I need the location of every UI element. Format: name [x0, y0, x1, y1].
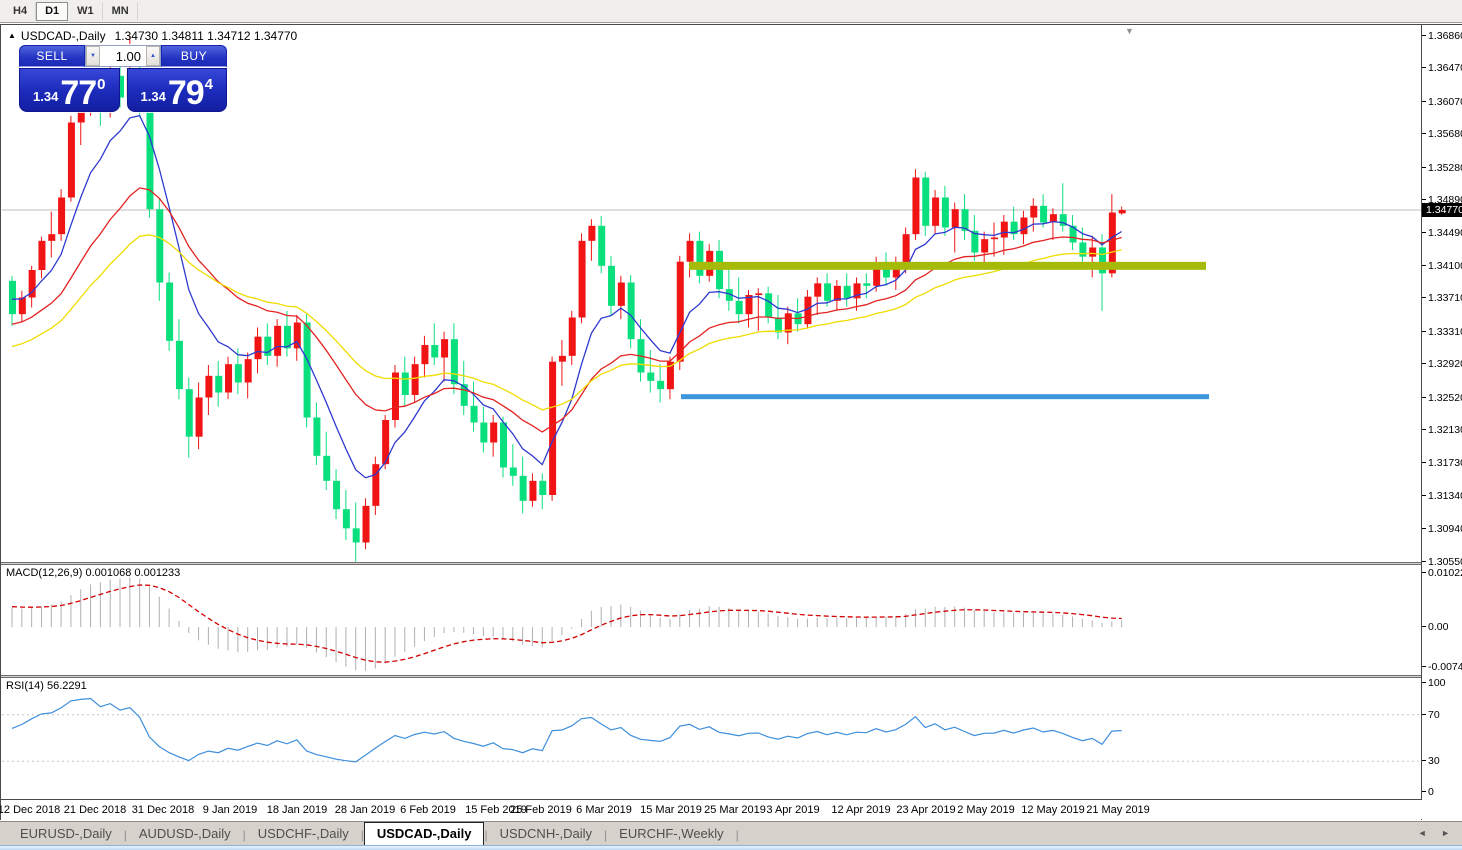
- sell-price-pip: 0: [97, 76, 105, 93]
- date-axis-label: 6 Feb 2019: [400, 804, 456, 816]
- price-chart-canvas[interactable]: [1, 1, 1462, 850]
- buy-price-pip: 4: [205, 76, 213, 93]
- chart-tab-bar: EURUSD-,Daily|AUDUSD-,Daily|USDCHF-,Dail…: [0, 821, 1462, 845]
- tab-eurusd-daily[interactable]: EURUSD-,Daily: [8, 824, 124, 845]
- date-axis-label: 25 Feb 2019: [510, 804, 572, 816]
- macd-indicator-label: MACD(12,26,9) 0.001068 0.001233: [6, 567, 180, 579]
- rsi-axis-label: 100: [1422, 677, 1446, 689]
- buy-button[interactable]: BUY: [161, 45, 227, 67]
- chart-ohlc-values: 1.34730 1.34811 1.34712 1.34770: [115, 29, 298, 43]
- price-axis-label: 1.36070: [1422, 96, 1462, 108]
- buy-price-main: 79: [168, 80, 204, 108]
- price-axis-label: 1.30940: [1422, 523, 1462, 535]
- sell-price-main: 77: [60, 80, 96, 108]
- rsi-axis-label: 30: [1422, 755, 1440, 767]
- status-strip: [0, 845, 1462, 850]
- volume-stepper: ▼ ▲: [85, 45, 161, 67]
- pane-separator[interactable]: [1, 675, 1462, 678]
- tab-separator: |: [736, 825, 739, 845]
- date-axis-label: 12 Apr 2019: [831, 804, 890, 816]
- date-axis-label: 21 Dec 2018: [64, 804, 126, 816]
- volume-increase-button[interactable]: ▲: [146, 46, 160, 66]
- chart-symbol-label: USDCAD-,Daily: [21, 29, 106, 43]
- price-axis-label: 1.31730: [1422, 457, 1462, 469]
- price-axis-label: 1.32130: [1422, 424, 1462, 436]
- macd-axis-zero: 0.00: [1422, 621, 1448, 633]
- date-axis-label: 2 May 2019: [957, 804, 1014, 816]
- volume-input[interactable]: [100, 46, 146, 66]
- price-axis-label: 1.30550: [1422, 556, 1462, 568]
- buy-price-prefix: 1.34: [141, 89, 166, 104]
- sell-price-box[interactable]: 1.34770: [19, 68, 120, 112]
- buy-price-box[interactable]: 1.34794: [127, 68, 228, 112]
- current-price-tag: 1.34770: [1422, 203, 1462, 217]
- date-axis-label: 12 May 2019: [1021, 804, 1085, 816]
- volume-decrease-button[interactable]: ▼: [86, 46, 100, 66]
- price-axis-label: 1.35280: [1422, 162, 1462, 174]
- price-axis-label: 1.36470: [1422, 62, 1462, 74]
- price-axis-label: 1.33710: [1422, 292, 1462, 304]
- date-axis-label: 3 Apr 2019: [766, 804, 819, 816]
- tab-scroll-arrows[interactable]: ◄ ►: [1418, 828, 1456, 838]
- chart-title: ▲ USDCAD-,Daily 1.34730 1.34811 1.34712 1.…: [8, 29, 297, 43]
- rsi-axis-label: 0: [1422, 786, 1434, 798]
- rsi-axis-label: 70: [1422, 709, 1440, 721]
- sell-price-prefix: 1.34: [33, 89, 58, 104]
- one-click-trading-panel: SELL ▼ ▲ BUY 1.34770 1.34794: [19, 45, 227, 112]
- price-axis: 1.368601.364701.360701.356801.352801.348…: [1422, 25, 1462, 821]
- date-axis-label: 31 Dec 2018: [132, 804, 194, 816]
- date-axis-label: 12 Dec 2018: [0, 804, 60, 816]
- tab-eurchf-weekly[interactable]: EURCHF-,Weekly: [607, 824, 736, 845]
- tab-audusd-daily[interactable]: AUDUSD-,Daily: [127, 824, 243, 845]
- date-axis-label: 25 Mar 2019: [704, 804, 766, 816]
- date-axis-label: 15 Mar 2019: [640, 804, 702, 816]
- macd-axis-max: 0.010229: [1422, 567, 1462, 579]
- date-axis-label: 18 Jan 2019: [267, 804, 328, 816]
- tab-usdcnh-daily[interactable]: USDCNH-,Daily: [488, 824, 604, 845]
- date-axis-label: 23 Apr 2019: [896, 804, 955, 816]
- macd-axis-min: -0.007477: [1422, 661, 1462, 673]
- date-axis-label: 9 Jan 2019: [203, 804, 257, 816]
- mt4-terminal: H4D1W1MN ▲USDCAD-,Daily1.34730 1.34811 1…: [0, 0, 1462, 850]
- rsi-indicator-label: RSI(14) 56.2291: [6, 680, 87, 692]
- price-axis-label: 1.34490: [1422, 227, 1462, 239]
- chart-window[interactable]: ▲ USDCAD-,Daily 1.34730 1.34811 1.34712 1.…: [0, 24, 1462, 820]
- date-axis-label: 28 Jan 2019: [335, 804, 396, 816]
- tab-usdcad-daily[interactable]: USDCAD-,Daily: [364, 822, 485, 845]
- date-axis-label: 21 May 2019: [1086, 804, 1150, 816]
- panel-toggle-icon[interactable]: ▲: [8, 31, 16, 40]
- price-axis-label: 1.33310: [1422, 326, 1462, 338]
- date-axis: 12 Dec 2018 21 Dec 2018 31 Dec 2018 9 Jan 2…: [1, 800, 1421, 821]
- chart-shift-marker-icon[interactable]: ▼: [1125, 26, 1134, 36]
- date-axis-label: 6 Mar 2019: [576, 804, 632, 816]
- price-axis-label: 1.31340: [1422, 490, 1462, 502]
- price-axis-label: 1.34100: [1422, 260, 1462, 272]
- price-axis-label: 1.35680: [1422, 128, 1462, 140]
- sell-button[interactable]: SELL: [19, 45, 85, 67]
- price-axis-label: 1.32520: [1422, 392, 1462, 404]
- price-axis-label: 1.36860: [1422, 30, 1462, 42]
- tab-usdchf-daily[interactable]: USDCHF-,Daily: [246, 824, 361, 845]
- price-axis-label: 1.32920: [1422, 358, 1462, 370]
- pane-separator[interactable]: [1, 562, 1462, 565]
